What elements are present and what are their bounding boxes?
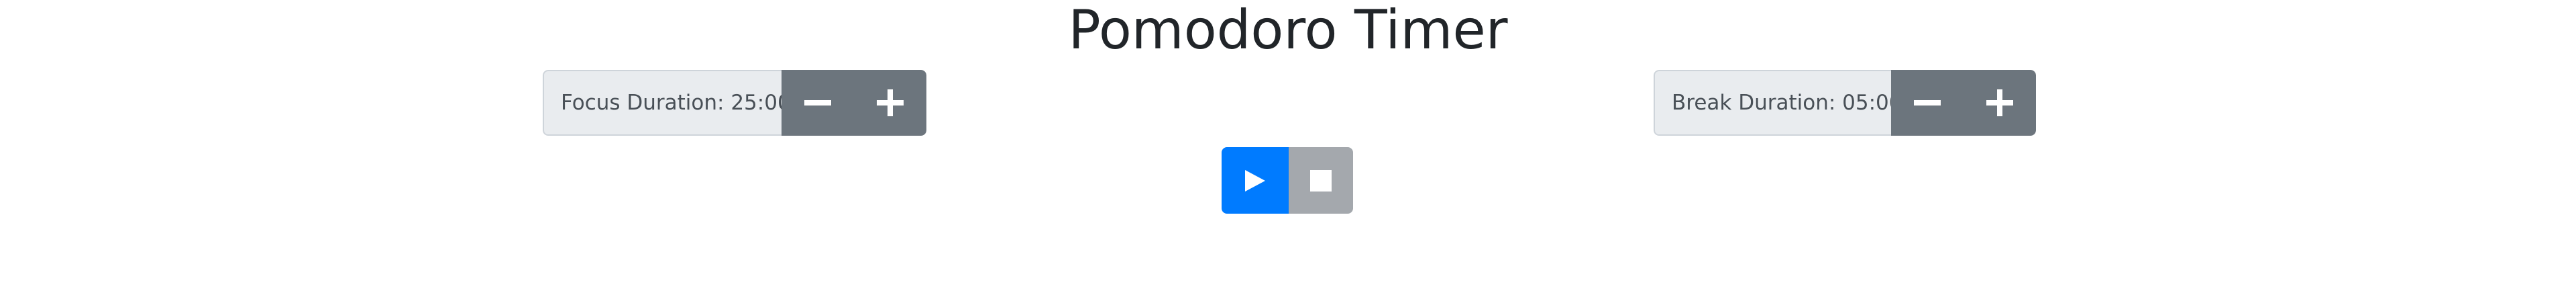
break-duration-control: Break Duration: 05:00 <box>1654 70 2036 136</box>
play-icon <box>1245 169 1265 192</box>
pomodoro-app: Pomodoro Timer Focus Duration: 25:00 Bre… <box>0 0 2576 297</box>
playback-controls <box>1222 147 1353 214</box>
play-button[interactable] <box>1222 147 1289 214</box>
focus-decrement-button[interactable] <box>782 70 854 136</box>
break-increment-button[interactable] <box>1964 70 2036 136</box>
focus-duration-label: Focus Duration: 25:00 <box>543 70 791 136</box>
stop-button[interactable] <box>1289 147 1353 214</box>
stop-icon <box>1310 169 1332 192</box>
page-title: Pomodoro Timer <box>1068 0 1508 61</box>
minus-icon <box>1914 100 1941 105</box>
plus-icon <box>877 89 904 116</box>
focus-duration-control: Focus Duration: 25:00 <box>543 70 926 136</box>
break-duration-label: Break Duration: 05:00 <box>1654 70 1902 136</box>
plus-icon <box>1986 89 2013 116</box>
focus-increment-button[interactable] <box>854 70 926 136</box>
break-decrement-button[interactable] <box>1891 70 1964 136</box>
minus-icon <box>804 100 831 105</box>
